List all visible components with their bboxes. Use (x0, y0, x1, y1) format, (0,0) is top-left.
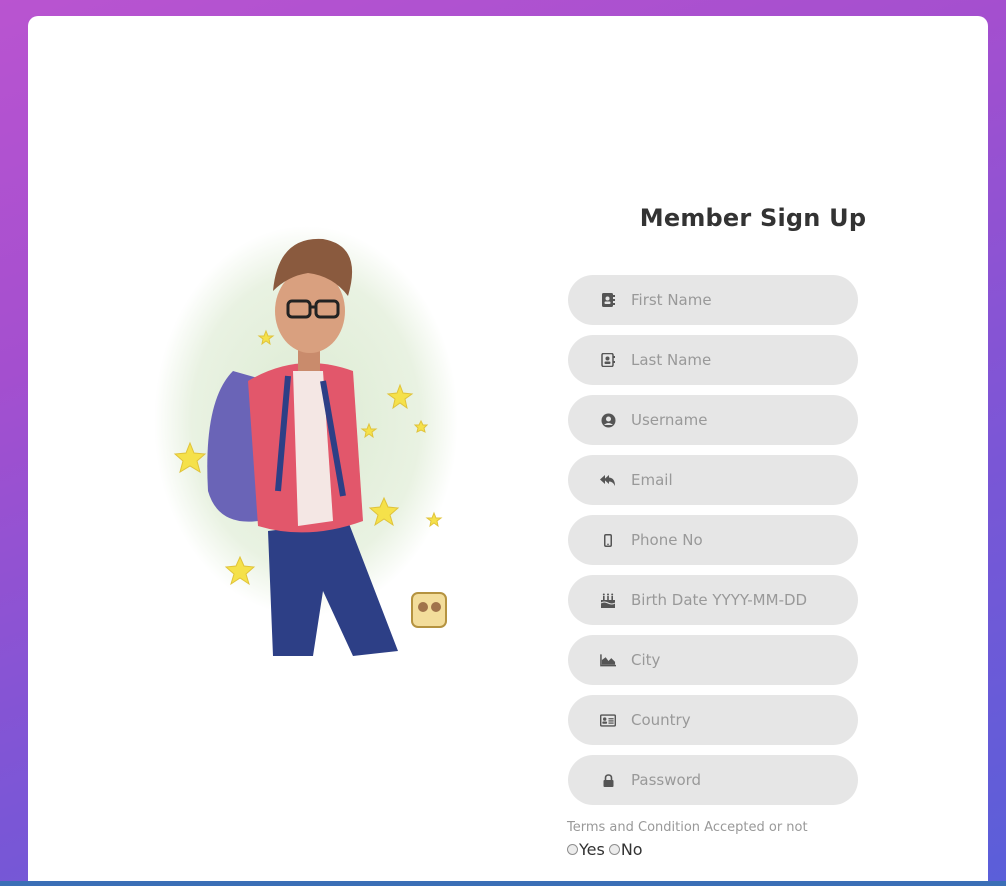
birth-date-input[interactable] (631, 591, 831, 609)
terms-no-label[interactable]: No (621, 840, 643, 859)
lock-icon (600, 772, 616, 788)
page-title: Member Sign Up (639, 204, 867, 232)
last-name-input[interactable] (631, 351, 831, 369)
terms-yes-radio[interactable] (567, 844, 578, 855)
address-book-icon (600, 292, 616, 308)
first-name-input[interactable] (631, 291, 831, 309)
password-field[interactable] (568, 755, 858, 805)
password-input[interactable] (631, 771, 831, 789)
city-input[interactable] (631, 651, 831, 669)
last-name-field[interactable] (568, 335, 858, 385)
city-field[interactable] (568, 635, 858, 685)
first-name-field[interactable] (568, 275, 858, 325)
avatar-illustration (148, 221, 468, 656)
mobile-phone-icon (600, 532, 616, 548)
signup-card: Member Sign Up First Name Last Name User… (28, 16, 988, 886)
id-card-icon (600, 712, 616, 728)
birthday-cake-icon (600, 592, 616, 608)
email-field[interactable] (568, 455, 858, 505)
email-input[interactable] (631, 471, 831, 489)
terms-radio-group: Yes No (567, 840, 647, 859)
taskbar-strip (0, 881, 1006, 886)
contact-card-icon (600, 352, 616, 368)
birth-date-field[interactable] (568, 575, 858, 625)
terms-label: Terms and Condition Accepted or not (567, 820, 808, 835)
username-input[interactable] (631, 411, 831, 429)
username-field[interactable] (568, 395, 858, 445)
terms-yes-label[interactable]: Yes (579, 840, 605, 859)
user-circle-icon (600, 412, 616, 428)
terms-no-radio[interactable] (608, 844, 620, 855)
area-chart-icon (600, 652, 616, 668)
country-input[interactable] (631, 711, 831, 729)
reply-all-icon (600, 472, 616, 488)
country-field[interactable] (568, 695, 858, 745)
phone-input[interactable] (631, 531, 831, 549)
phone-field[interactable] (568, 515, 858, 565)
